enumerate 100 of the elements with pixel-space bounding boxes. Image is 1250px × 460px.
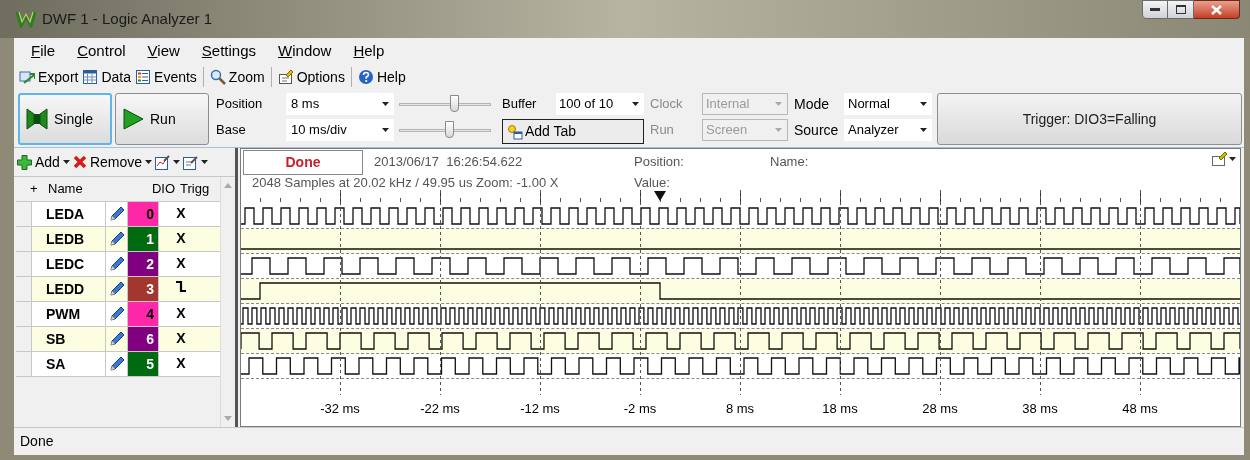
minimize-button[interactable] — [1142, 0, 1168, 19]
dropdown[interactable]: 10 ms/div — [286, 119, 394, 141]
axis-label: 18 ms — [822, 400, 858, 418]
table-cell: 1 — [128, 227, 158, 251]
menu-item[interactable]: File — [31, 39, 56, 63]
column-header[interactable]: Trigg — [178, 179, 220, 199]
table-cell: X — [176, 255, 186, 271]
menu-item[interactable]: Control — [77, 39, 126, 63]
caret-icon — [775, 128, 782, 132]
table-cell: 0 — [128, 202, 158, 226]
table-cell: SB — [32, 327, 106, 351]
scroll-down-icon — [224, 416, 232, 421]
column-header[interactable]: + — [16, 179, 46, 199]
column-header[interactable]: Name — [46, 179, 132, 199]
axis-label: 8 ms — [725, 400, 755, 418]
maximize-button[interactable] — [1168, 0, 1194, 19]
timestamp: 2013/06/17 16:26:54.622 — [374, 153, 524, 171]
field-label: Position — [216, 95, 264, 113]
caret-icon — [382, 102, 389, 106]
menu-item[interactable]: Help — [353, 39, 385, 63]
dropdown: Internal — [702, 93, 788, 115]
table-row[interactable]: PWM 4 X — [16, 302, 220, 327]
slider-thumb[interactable] — [444, 121, 454, 138]
toolbar-button[interactable]: Options — [275, 65, 347, 89]
dropdown[interactable]: 100 of 10 — [556, 93, 644, 115]
table-row[interactable]: LEDD 3 — [16, 277, 220, 302]
slider[interactable] — [399, 119, 491, 141]
table-row[interactable]: SB 6 X — [16, 327, 220, 352]
row-header[interactable] — [16, 352, 32, 376]
pencil-icon — [108, 231, 125, 247]
axis-label: -22 ms — [420, 400, 460, 418]
row-header[interactable] — [16, 327, 32, 351]
close-icon — [1211, 4, 1222, 15]
table-cell: 3 — [128, 277, 158, 301]
table-cell: X — [176, 305, 186, 321]
add-button[interactable]: Add — [17, 150, 70, 174]
close-button[interactable] — [1194, 0, 1240, 19]
menu-item[interactable]: View — [147, 39, 180, 63]
row-header[interactable] — [16, 227, 32, 251]
caret-icon — [145, 160, 153, 164]
single-button[interactable]: Single — [18, 93, 112, 145]
help-icon — [357, 69, 374, 85]
axis-label: -32 ms — [320, 400, 360, 418]
table-cell: X — [176, 230, 186, 246]
dropdown[interactable]: Normal — [844, 93, 932, 115]
table-cell: X — [176, 330, 186, 346]
toolbar-button[interactable]: Export — [17, 65, 81, 89]
dropdown: Screen — [702, 119, 788, 141]
minimize-icon — [1150, 7, 1160, 12]
remove-button[interactable]: Remove — [72, 150, 153, 174]
table-cell: X — [176, 205, 186, 221]
toolbar-button[interactable]: Zoom — [207, 65, 267, 89]
caret-icon — [920, 128, 927, 132]
toolbar-button[interactable]: Events — [133, 65, 199, 89]
field-label: Buffer — [502, 95, 538, 114]
slider-thumb[interactable] — [450, 95, 460, 112]
table-row[interactable]: LEDB 1 X — [16, 227, 220, 252]
column-header[interactable]: DIO — [132, 179, 178, 199]
caret-icon — [382, 128, 389, 132]
caret-icon — [1229, 157, 1236, 161]
slider[interactable] — [399, 93, 491, 115]
field-label: Source — [794, 121, 840, 140]
table-row[interactable]: LEDA 0 X — [16, 202, 220, 227]
row-header[interactable] — [16, 277, 32, 301]
field-label: Name: — [770, 153, 809, 171]
pencil-icon — [108, 206, 125, 222]
dropdown[interactable]: 8 ms — [286, 93, 394, 115]
field-label: Clock — [650, 95, 684, 113]
table-cell: 2 — [128, 252, 158, 276]
trigger-button[interactable]: Trigger: DIO3=Falling — [937, 93, 1242, 145]
axis-label: 28 ms — [922, 400, 958, 418]
falling-edge-icon — [175, 280, 187, 293]
table-cell: 6 — [128, 327, 158, 351]
add-tab-button[interactable]: Add Tab — [502, 119, 644, 144]
table-cell: SA — [32, 352, 106, 376]
table-cell: 5 — [128, 352, 158, 376]
row-header[interactable] — [16, 202, 32, 226]
field-label: Value: — [634, 176, 670, 190]
toolbar-button[interactable]: Help — [355, 65, 408, 89]
menu-item[interactable]: Settings — [201, 39, 257, 63]
plot-options-button[interactable] — [1212, 152, 1236, 166]
add-tab-icon — [507, 123, 523, 140]
scrollbar[interactable] — [220, 177, 235, 427]
status-label: Done — [243, 150, 363, 175]
run-button[interactable]: Run — [115, 93, 209, 145]
edit-icon — [183, 154, 199, 170]
settings-icon — [1212, 152, 1228, 166]
table-cell: X — [176, 355, 186, 371]
caret-icon — [62, 160, 70, 164]
menu-item[interactable]: Window — [278, 39, 332, 63]
row-header[interactable] — [16, 302, 32, 326]
axis-label: 38 ms — [1022, 400, 1058, 418]
caret-icon — [173, 160, 181, 164]
toolbar-button[interactable]: Data — [80, 65, 134, 89]
row-header[interactable] — [16, 252, 32, 276]
step-icon — [26, 108, 48, 130]
table-cell: LEDB — [32, 227, 106, 251]
table-row[interactable]: SA 5 X — [16, 352, 220, 377]
table-row[interactable]: LEDC 2 X — [16, 252, 220, 277]
dropdown[interactable]: Analyzer — [844, 119, 932, 141]
